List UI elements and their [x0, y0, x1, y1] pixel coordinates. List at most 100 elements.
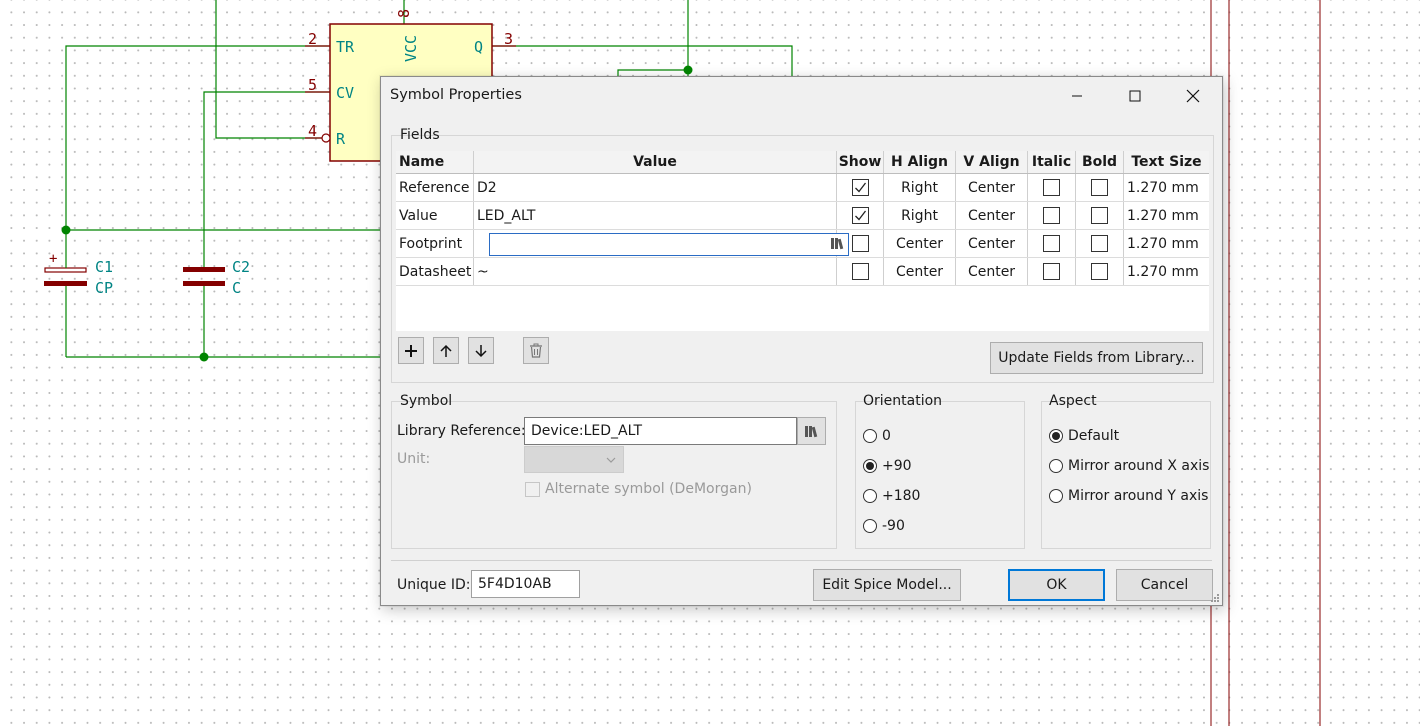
- v-align-cell[interactable]: Center: [956, 202, 1028, 229]
- field-value[interactable]: D2: [474, 174, 837, 201]
- move-up-button[interactable]: [433, 337, 459, 364]
- h-align-cell[interactable]: Right: [884, 202, 956, 229]
- radio-button-selected[interactable]: [863, 459, 877, 473]
- italic-checkbox[interactable]: [1043, 235, 1060, 252]
- radio-button-selected[interactable]: [1049, 429, 1063, 443]
- show-checkbox[interactable]: [851, 207, 869, 224]
- h-align-cell[interactable]: Center: [884, 258, 956, 285]
- field-name[interactable]: Footprint: [396, 230, 474, 257]
- maximize-button[interactable]: [1112, 77, 1158, 115]
- v-align-cell[interactable]: Center: [956, 230, 1028, 257]
- title-bar[interactable]: Symbol Properties: [381, 77, 1222, 115]
- aspect-option-mirror-y[interactable]: Mirror around Y axis: [1049, 488, 1208, 504]
- symbol-group-label: Symbol: [400, 393, 453, 409]
- bold-checkbox[interactable]: [1091, 179, 1108, 196]
- field-row-reference: Reference D2 Right Center 1.270 mm: [396, 174, 1209, 202]
- orientation-option-0[interactable]: 0: [863, 428, 891, 444]
- bold-checkbox[interactable]: [1091, 235, 1108, 252]
- symbol-properties-dialog: Symbol Properties Fields Name Value Show…: [380, 76, 1223, 606]
- col-header-bold[interactable]: Bold: [1076, 151, 1124, 173]
- alternate-symbol-label: Alternate symbol (DeMorgan): [545, 481, 752, 497]
- bold-cell: [1076, 202, 1124, 229]
- close-icon: [1186, 89, 1200, 103]
- close-button[interactable]: [1170, 77, 1216, 115]
- fields-group-label: Fields: [400, 127, 440, 143]
- orientation-option-90[interactable]: +90: [863, 458, 912, 474]
- aspect-group: [1041, 401, 1211, 549]
- show-cell: [837, 202, 884, 229]
- alternate-symbol-checkbox[interactable]: [525, 481, 540, 497]
- arrow-down-icon: [475, 344, 487, 357]
- col-header-name[interactable]: Name: [396, 151, 474, 173]
- unit-select[interactable]: [524, 446, 624, 473]
- aspect-option-default[interactable]: Default: [1049, 428, 1119, 444]
- field-row-datasheet: Datasheet ~ Center Center 1.270 mm: [396, 258, 1209, 286]
- radio-button[interactable]: [863, 519, 877, 533]
- field-name[interactable]: Value: [396, 202, 474, 229]
- v-align-cell[interactable]: Center: [956, 258, 1028, 285]
- text-size-cell[interactable]: 1.270 mm: [1124, 174, 1209, 201]
- radio-button[interactable]: [863, 489, 877, 503]
- col-header-v-align[interactable]: V Align: [956, 151, 1028, 173]
- c1-ref: C1: [95, 258, 113, 276]
- italic-checkbox[interactable]: [1043, 207, 1060, 224]
- dialog-title: Symbol Properties: [390, 87, 522, 103]
- minimize-button[interactable]: [1054, 77, 1100, 115]
- text-size-cell[interactable]: 1.270 mm: [1124, 202, 1209, 229]
- col-header-h-align[interactable]: H Align: [884, 151, 956, 173]
- pin-name-tr: TR: [336, 38, 355, 56]
- field-name[interactable]: Datasheet: [396, 258, 474, 285]
- italic-checkbox[interactable]: [1043, 179, 1060, 196]
- aspect-option-mirror-x[interactable]: Mirror around X axis: [1049, 458, 1209, 474]
- text-size-cell[interactable]: 1.270 mm: [1124, 230, 1209, 257]
- add-field-button[interactable]: [398, 337, 424, 364]
- italic-checkbox[interactable]: [1043, 263, 1060, 280]
- italic-cell: [1028, 202, 1076, 229]
- italic-cell: [1028, 174, 1076, 201]
- c1-value: CP: [95, 279, 113, 297]
- library-reference-input[interactable]: Device:LED_ALT: [524, 417, 797, 445]
- bold-cell: [1076, 258, 1124, 285]
- v-align-cell[interactable]: Center: [956, 174, 1028, 201]
- field-row-footprint: Footprint Center Center 1.270 mm: [396, 230, 1209, 258]
- col-header-value[interactable]: Value: [474, 151, 837, 173]
- h-align-cell[interactable]: Right: [884, 174, 956, 201]
- capacitor-c1: + C1 CP: [44, 251, 113, 297]
- resize-grip-icon[interactable]: [1210, 593, 1220, 603]
- pin-number-q: 3: [504, 30, 513, 48]
- field-value[interactable]: LED_ALT: [474, 202, 837, 229]
- col-header-text-size[interactable]: Text Size: [1124, 151, 1209, 173]
- col-header-italic[interactable]: Italic: [1028, 151, 1076, 173]
- radio-button[interactable]: [1049, 489, 1063, 503]
- col-header-show[interactable]: Show: [837, 151, 884, 173]
- show-checkbox[interactable]: [851, 235, 869, 252]
- unique-id-field[interactable]: 5F4D10AB: [471, 570, 580, 598]
- orientation-option-minus-90[interactable]: -90: [863, 518, 905, 534]
- bold-checkbox[interactable]: [1091, 207, 1108, 224]
- ok-button[interactable]: OK: [1008, 569, 1105, 601]
- delete-field-button[interactable]: [523, 337, 549, 364]
- footprint-value-editor[interactable]: [489, 233, 849, 256]
- pin-name-vcc: VCC: [402, 35, 420, 62]
- alternate-symbol-option[interactable]: Alternate symbol (DeMorgan): [525, 481, 752, 497]
- edit-spice-model-button[interactable]: Edit Spice Model...: [813, 569, 961, 601]
- orientation-option-180[interactable]: +180: [863, 488, 920, 504]
- unit-label: Unit:: [397, 451, 431, 467]
- h-align-cell[interactable]: Center: [884, 230, 956, 257]
- orientation-option-label: -90: [882, 518, 905, 534]
- cancel-button[interactable]: Cancel: [1116, 569, 1213, 601]
- pin-number-r: 4: [308, 122, 317, 140]
- arrow-up-icon: [440, 344, 452, 357]
- text-size-cell[interactable]: 1.270 mm: [1124, 258, 1209, 285]
- bold-checkbox[interactable]: [1091, 263, 1108, 280]
- radio-button[interactable]: [863, 429, 877, 443]
- radio-button[interactable]: [1049, 459, 1063, 473]
- update-fields-from-library-button[interactable]: Update Fields from Library...: [990, 342, 1203, 374]
- move-down-button[interactable]: [468, 337, 494, 364]
- show-cell: [837, 174, 884, 201]
- field-value[interactable]: ~: [474, 258, 837, 285]
- show-checkbox[interactable]: [851, 263, 869, 280]
- show-checkbox[interactable]: [851, 179, 869, 196]
- browse-library-button[interactable]: [797, 417, 826, 445]
- field-name[interactable]: Reference: [396, 174, 474, 201]
